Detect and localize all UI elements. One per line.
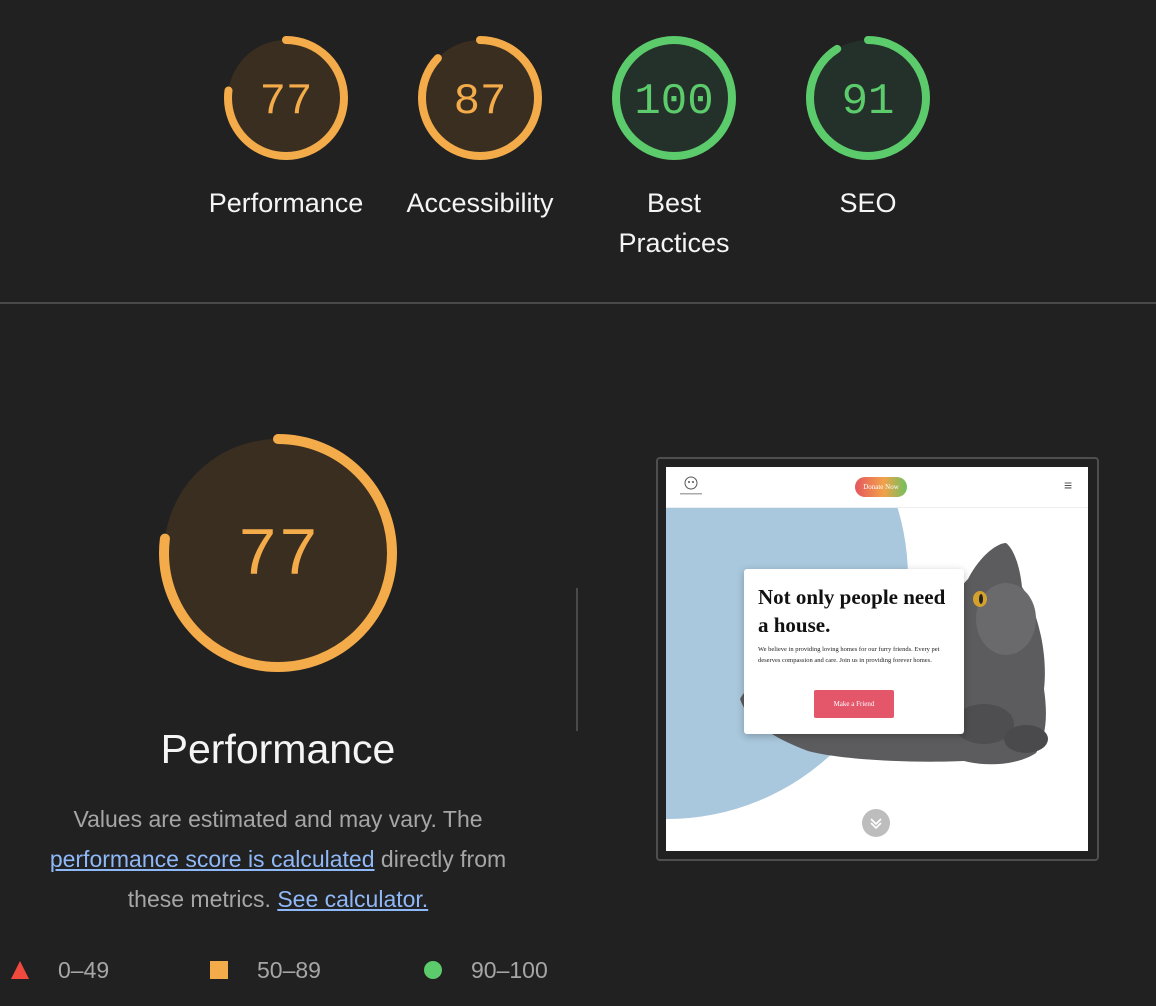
make-a-friend-button[interactable]: Make a Friend: [814, 690, 894, 718]
logo-icon: [680, 476, 702, 495]
thumb-navbar: Donate Now ≡: [666, 467, 1088, 508]
svg-text:77: 77: [260, 77, 313, 127]
gauge-ring-seo: 91: [806, 36, 930, 160]
gauge-label-best-practices: Best Practices: [618, 188, 730, 258]
gauge-label-performance: Performance: [208, 188, 364, 218]
hero-headline: Not only people need a house.: [758, 585, 946, 637]
gauge-accessibility[interactable]: 87 Accessibility: [390, 33, 570, 223]
hero-text: We believe in providing loving homes for…: [758, 646, 940, 664]
score-calculation-link[interactable]: performance score is calculated: [50, 846, 375, 872]
gauge-seo[interactable]: 91 SEO: [778, 33, 958, 223]
gauge-label-accessibility: Accessibility: [406, 188, 554, 218]
gauge-best-practices[interactable]: 100 Best Practices: [584, 33, 764, 263]
lighthouse-report: 77 Performance 87 Accessibility 100 Best…: [0, 0, 1156, 1006]
performance-gauge-large: 77: [155, 430, 401, 681]
vertical-divider: [576, 588, 578, 731]
scroll-down-icon[interactable]: [862, 809, 890, 837]
orange-square-icon: [210, 961, 228, 979]
gauge-ring-accessibility: 87: [418, 36, 542, 160]
red-triangle-icon: [11, 961, 29, 979]
hero-card: Not only people need a house. We believe…: [744, 569, 964, 734]
final-screenshot[interactable]: Donate Now ≡ Not only people need a hous…: [656, 457, 1099, 861]
see-calculator-link[interactable]: See calculator.: [277, 886, 428, 912]
screenshot-page: Donate Now ≡ Not only people need a hous…: [666, 467, 1088, 851]
svg-text:77: 77: [237, 518, 319, 595]
performance-description: Values are estimated and may vary. The p…: [49, 806, 507, 912]
hamburger-menu-icon[interactable]: ≡: [1064, 477, 1072, 493]
gauge-ring-performance: 77: [224, 36, 348, 160]
performance-title: Performance: [160, 726, 396, 772]
donate-button[interactable]: Donate Now: [855, 477, 907, 497]
svg-text:100: 100: [634, 77, 713, 127]
svg-text:87: 87: [454, 77, 507, 127]
gauge-performance[interactable]: 77 Performance: [196, 33, 376, 223]
svg-text:91: 91: [842, 77, 895, 127]
green-circle-icon: [424, 961, 442, 979]
gauge-label-seo: SEO: [839, 188, 897, 218]
score-gauges: 77 Performance 87 Accessibility 100 Best…: [0, 0, 1156, 302]
score-legend: 0–49 50–89 90–100: [0, 950, 1156, 990]
section-divider: [0, 302, 1156, 304]
gauge-ring-best-practices: 100: [612, 36, 736, 160]
